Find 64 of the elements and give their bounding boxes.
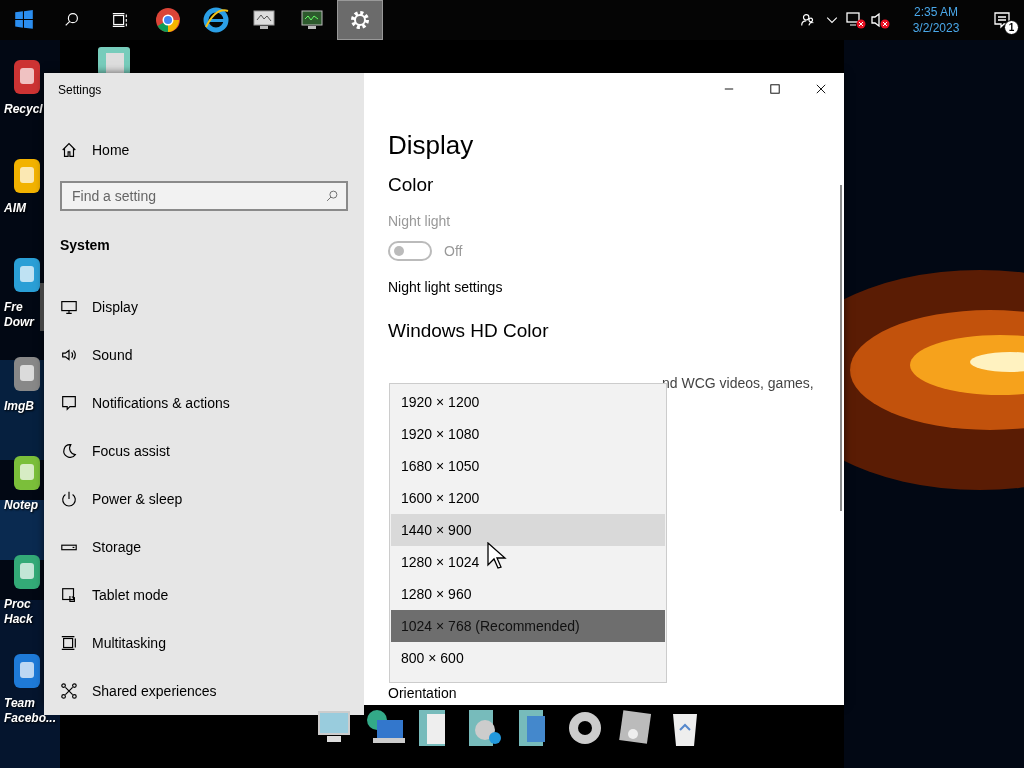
dropdown-option[interactable]: 1920 × 1080 (391, 418, 665, 450)
setting-label: Night light (388, 213, 451, 231)
moon-icon (60, 442, 78, 460)
section-heading: System (59, 236, 111, 255)
nav-item[interactable]: Multitasking (40, 619, 364, 667)
desktop-icon-label[interactable]: Hack (0, 612, 33, 627)
volume-muted-icon[interactable] (870, 11, 890, 29)
toggle-state: Off (444, 243, 463, 259)
task-view-icon[interactable] (111, 11, 129, 29)
dropdown-option[interactable]: 1600 × 1200 (391, 482, 665, 514)
desktop-icon-label[interactable]: ImgB (0, 399, 34, 414)
share-icon (60, 682, 78, 700)
network-disconnected-icon[interactable] (846, 11, 866, 29)
desktop-icon-label[interactable]: Team (0, 696, 35, 711)
desktop-icon-label[interactable]: Fre (0, 300, 23, 315)
home-icon (60, 141, 78, 159)
close-icon (814, 82, 828, 96)
nav-item[interactable]: Display (40, 283, 364, 331)
dropdown-option[interactable]: 1024 × 768 (Recommended) (391, 610, 665, 642)
scrollbar[interactable] (840, 185, 842, 511)
search-icon (325, 189, 339, 203)
power-icon (60, 490, 78, 508)
section-heading: Windows HD Color (388, 319, 549, 343)
clock-date[interactable]: 3/2/2023 (912, 20, 960, 36)
monitor-icon (60, 298, 78, 316)
settings-link[interactable]: Night light settings (388, 279, 503, 295)
speaker-icon (60, 346, 78, 364)
page-title: Display (388, 128, 474, 162)
mouse-cursor-icon (487, 542, 507, 570)
notification-icon[interactable] (992, 10, 1012, 30)
dropdown-option[interactable]: 1280 × 1024 (391, 546, 665, 578)
home-link[interactable]: Home (92, 142, 130, 158)
dropdown-option[interactable]: 1920 × 1200 (391, 386, 665, 418)
desktop-icon-label[interactable]: AIM (0, 201, 26, 216)
nav-item[interactable]: Power & sleep (40, 475, 364, 523)
desktop-icon-label[interactable]: Recycl (0, 102, 43, 117)
nav-item[interactable]: Storage (40, 523, 364, 571)
tablet-icon (60, 586, 78, 604)
dropdown-option[interactable]: 800 × 600 (391, 642, 665, 674)
nav-item[interactable]: Tablet mode (40, 571, 364, 619)
dropdown-option[interactable]: 1280 × 960 (391, 578, 665, 610)
maximize-icon (768, 82, 782, 96)
settings-icon[interactable] (349, 9, 371, 31)
browser-icon[interactable] (155, 7, 181, 33)
notification-badge: 1 (1004, 20, 1019, 35)
speech-bubble-icon (60, 394, 78, 412)
browser-icon[interactable] (203, 7, 229, 33)
monitor-icon[interactable] (252, 9, 276, 31)
window-title: Settings (57, 82, 103, 99)
dropdown-option[interactable]: 1680 × 1050 (391, 450, 665, 482)
setting-label: Orientation (388, 685, 457, 701)
dropdown-option[interactable]: 1440 × 900 (391, 514, 665, 546)
search-field[interactable]: Find a setting (60, 181, 348, 211)
search-icon[interactable] (63, 11, 81, 29)
nav-item[interactable]: Sound (40, 331, 364, 379)
desktop-icon-label[interactable]: Proc (0, 597, 31, 612)
monitor-icon[interactable] (300, 9, 324, 31)
nav-item[interactable]: Focus assist (40, 427, 364, 475)
desktop-icon-label[interactable]: Dowr (0, 315, 34, 330)
section-heading: Color (388, 173, 434, 197)
windows-logo-icon[interactable] (13, 9, 35, 31)
multitask-icon (60, 634, 78, 652)
clock-time[interactable]: 2:35 AM (914, 4, 958, 20)
nav-item[interactable]: Notifications & actions (40, 379, 364, 427)
